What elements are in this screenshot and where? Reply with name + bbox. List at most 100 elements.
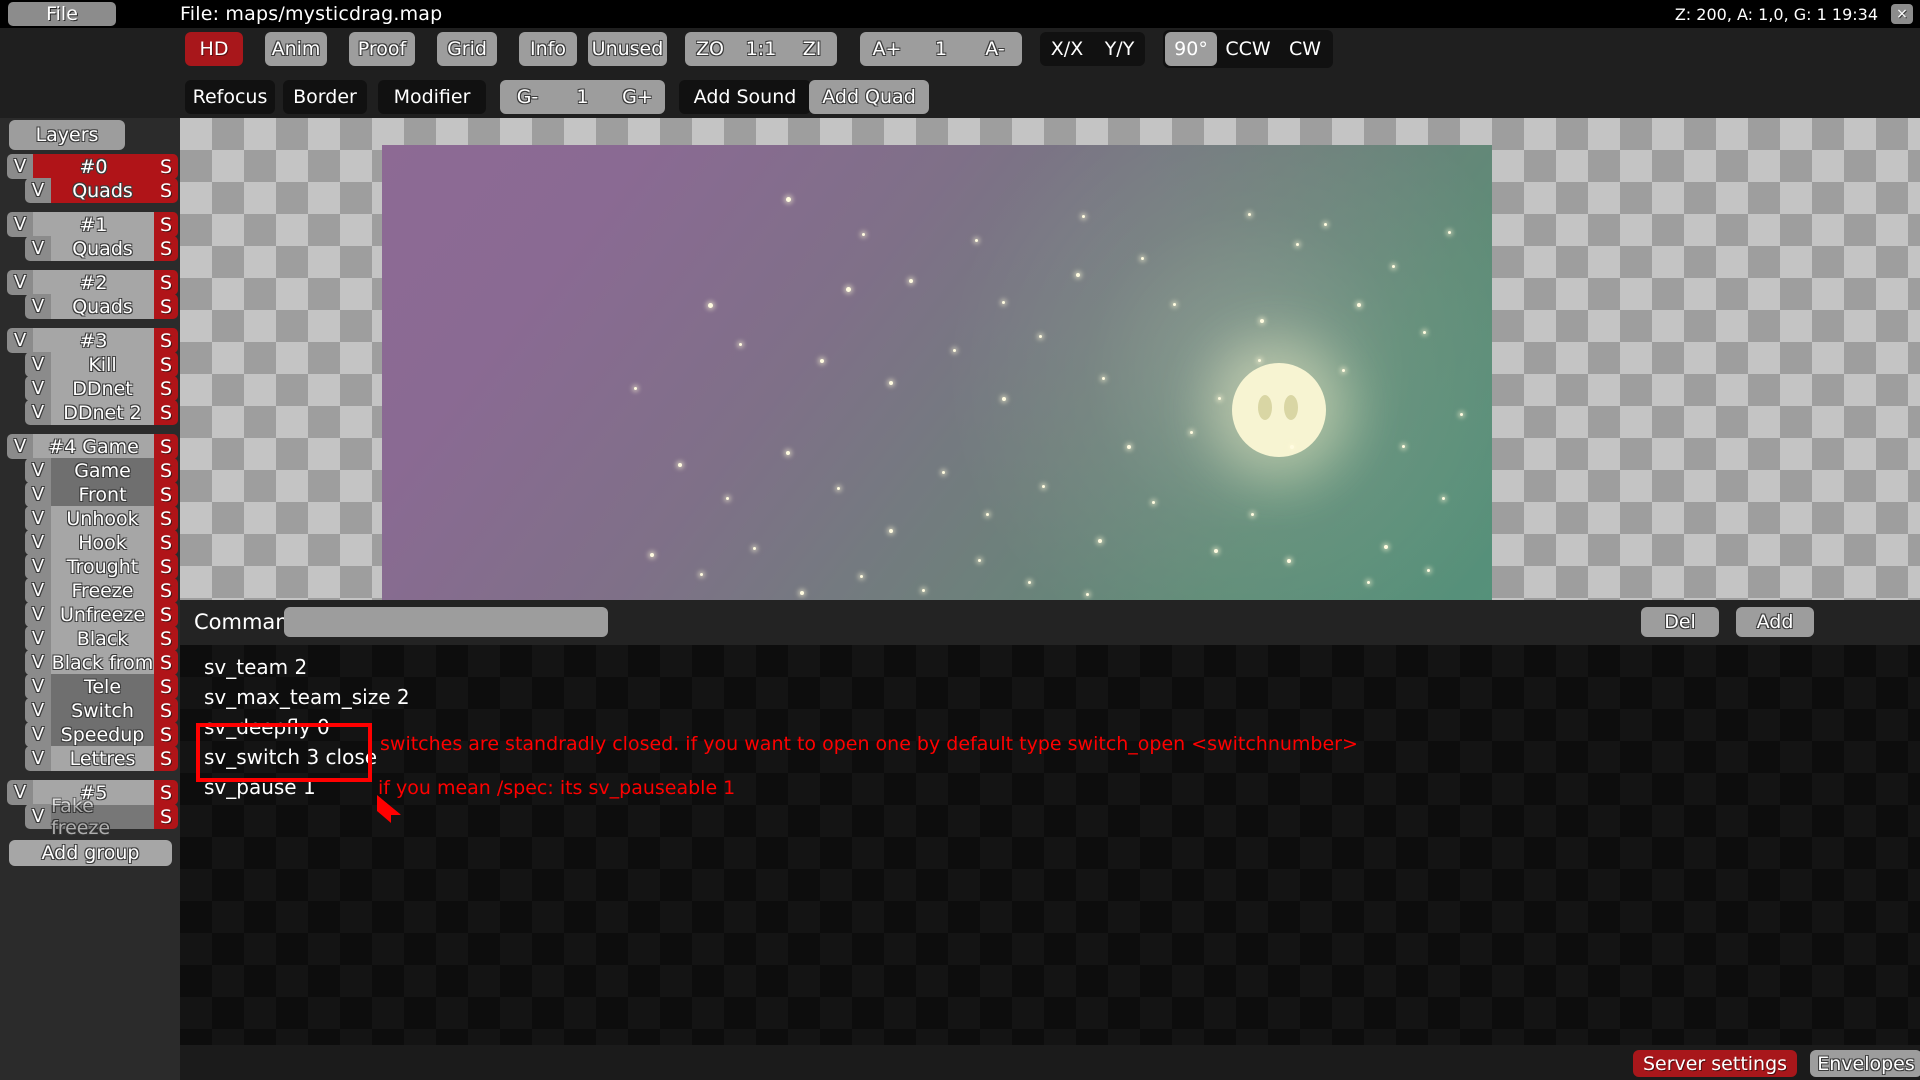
- layer-select-button[interactable]: S: [154, 626, 178, 651]
- layer-row[interactable]: V Quads S: [0, 178, 180, 203]
- group-visibility-toggle[interactable]: V: [7, 434, 33, 459]
- layer-visibility-toggle[interactable]: V: [25, 746, 51, 771]
- file-menu-button[interactable]: File: [8, 2, 116, 26]
- layer-visibility-toggle[interactable]: V: [25, 804, 51, 829]
- layer-visibility-toggle[interactable]: V: [25, 626, 51, 651]
- layer-group-row[interactable]: V #0 S: [0, 154, 180, 179]
- group-select-button[interactable]: S: [154, 270, 178, 295]
- group-visibility-toggle[interactable]: V: [7, 212, 33, 237]
- layer-name-label[interactable]: Quads: [51, 236, 154, 261]
- layer-row[interactable]: V Freeze S: [0, 578, 180, 603]
- group-name-label[interactable]: #4 Game: [33, 434, 154, 459]
- layers-panel-title[interactable]: Layers: [9, 120, 125, 150]
- group-visibility-toggle[interactable]: V: [7, 780, 33, 805]
- layer-visibility-toggle[interactable]: V: [25, 530, 51, 555]
- rotate-angle-value[interactable]: 90°: [1165, 32, 1217, 66]
- layer-visibility-toggle[interactable]: V: [25, 400, 51, 425]
- layer-name-label[interactable]: Hook: [51, 530, 154, 555]
- layer-name-label[interactable]: Black: [51, 626, 154, 651]
- settings-entry[interactable]: sv_max_team_size 2: [204, 685, 410, 709]
- layer-visibility-toggle[interactable]: V: [25, 352, 51, 377]
- layer-row[interactable]: V Lettres S: [0, 746, 180, 771]
- layer-name-label[interactable]: Switch: [51, 698, 154, 723]
- add-sound-button[interactable]: Add Sound: [679, 80, 811, 114]
- layer-visibility-toggle[interactable]: V: [25, 578, 51, 603]
- settings-entry[interactable]: sv_team 2: [204, 655, 307, 679]
- layer-row[interactable]: V DDnet S: [0, 376, 180, 401]
- layer-select-button[interactable]: S: [154, 376, 178, 401]
- layer-name-label[interactable]: Trought: [51, 554, 154, 579]
- layer-row[interactable]: V Switch S: [0, 698, 180, 723]
- layer-select-button[interactable]: S: [154, 352, 178, 377]
- group-select-button[interactable]: S: [154, 212, 178, 237]
- layer-name-label[interactable]: Kill: [51, 352, 154, 377]
- toolbar-anim-button[interactable]: Anim: [265, 32, 327, 66]
- layer-row[interactable]: V Hook S: [0, 530, 180, 555]
- group-name-label[interactable]: #3: [33, 328, 154, 353]
- delete-command-button[interactable]: Del: [1641, 607, 1719, 637]
- layer-group-row[interactable]: V #3 S: [0, 328, 180, 353]
- layer-name-label[interactable]: Black from: [51, 650, 154, 675]
- layer-visibility-toggle[interactable]: V: [25, 602, 51, 627]
- layer-visibility-toggle[interactable]: V: [25, 554, 51, 579]
- layer-select-button[interactable]: S: [154, 698, 178, 723]
- layer-name-label[interactable]: DDnet: [51, 376, 154, 401]
- layer-row[interactable]: V Trought S: [0, 554, 180, 579]
- layer-visibility-toggle[interactable]: V: [25, 506, 51, 531]
- envelopes-tab[interactable]: Envelopes: [1810, 1050, 1920, 1077]
- group-name-label[interactable]: #1: [33, 212, 154, 237]
- add-quad-button[interactable]: Add Quad: [809, 80, 929, 114]
- modifier-button[interactable]: Modifier: [378, 80, 486, 114]
- layer-name-label[interactable]: DDnet 2: [51, 400, 154, 425]
- layer-row[interactable]: V Fake freeze S: [0, 795, 180, 839]
- layer-visibility-toggle[interactable]: V: [25, 376, 51, 401]
- group-visibility-toggle[interactable]: V: [7, 328, 33, 353]
- layer-row[interactable]: V Black from S: [0, 650, 180, 675]
- toolbar-grid-button[interactable]: Grid: [437, 32, 497, 66]
- layer-visibility-toggle[interactable]: V: [25, 674, 51, 699]
- command-input[interactable]: [284, 607, 608, 637]
- layer-select-button[interactable]: S: [154, 554, 178, 579]
- add-group-button[interactable]: Add group: [9, 840, 172, 866]
- layer-select-button[interactable]: S: [154, 482, 178, 507]
- layer-name-label[interactable]: Unfreeze: [51, 602, 154, 627]
- layer-name-label[interactable]: Freeze: [51, 578, 154, 603]
- layer-group-row[interactable]: V #1 S: [0, 212, 180, 237]
- layer-select-button[interactable]: S: [154, 400, 178, 425]
- group-visibility-toggle[interactable]: V: [7, 270, 33, 295]
- layer-select-button[interactable]: S: [154, 804, 178, 829]
- toolbar-unused-button[interactable]: Unused: [588, 32, 667, 66]
- layer-name-label[interactable]: Quads: [51, 294, 154, 319]
- anim-value[interactable]: 1: [914, 32, 968, 66]
- anim-decrease-button[interactable]: A-: [968, 32, 1022, 66]
- layer-select-button[interactable]: S: [154, 506, 178, 531]
- layer-visibility-toggle[interactable]: V: [25, 650, 51, 675]
- layer-row[interactable]: V Front S: [0, 482, 180, 507]
- group-select-button[interactable]: S: [154, 434, 178, 459]
- layer-select-button[interactable]: S: [154, 674, 178, 699]
- layer-select-button[interactable]: S: [154, 578, 178, 603]
- layer-group-row[interactable]: V #2 S: [0, 270, 180, 295]
- border-button[interactable]: Border: [283, 80, 367, 114]
- map-canvas[interactable]: [180, 118, 1920, 600]
- layer-visibility-toggle[interactable]: V: [25, 294, 51, 319]
- add-command-button[interactable]: Add: [1736, 607, 1814, 637]
- layer-select-button[interactable]: S: [154, 530, 178, 555]
- layer-select-button[interactable]: S: [154, 650, 178, 675]
- layer-row[interactable]: V DDnet 2S: [0, 400, 180, 425]
- layer-visibility-toggle[interactable]: V: [25, 458, 51, 483]
- refocus-button[interactable]: Refocus: [185, 80, 275, 114]
- layer-name-label[interactable]: Speedup: [51, 722, 154, 747]
- grid-decrease-button[interactable]: G-: [500, 80, 555, 114]
- layer-row[interactable]: V Kill S: [0, 352, 180, 377]
- rotate-cw-button[interactable]: CW: [1279, 30, 1331, 68]
- layer-name-label[interactable]: Lettres: [51, 746, 154, 771]
- layer-select-button[interactable]: S: [154, 746, 178, 771]
- layer-row[interactable]: V Unfreeze S: [0, 602, 180, 627]
- layer-row[interactable]: V Tele S: [0, 674, 180, 699]
- layer-visibility-toggle[interactable]: V: [25, 698, 51, 723]
- grid-value[interactable]: 1: [555, 80, 610, 114]
- layer-visibility-toggle[interactable]: V: [25, 482, 51, 507]
- layer-group-row[interactable]: V #4 Game S: [0, 434, 180, 459]
- server-settings-list[interactable]: sv_team 2 sv_max_team_size 2 sv_deepfly 0s…: [180, 645, 1920, 1045]
